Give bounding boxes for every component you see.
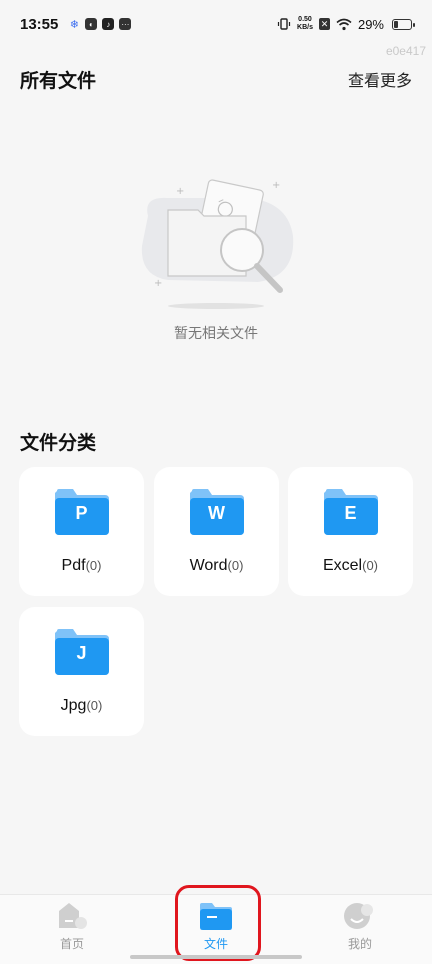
watermark: e0e417: [385, 44, 426, 58]
jpg-letter: J: [76, 643, 87, 663]
excel-letter: E: [344, 503, 357, 523]
category-name: Word: [189, 557, 228, 574]
category-label-pdf: Pdf(0): [62, 557, 102, 575]
app-icon: ◐: [85, 18, 98, 30]
jpg-folder-icon: J: [54, 629, 109, 675]
category-card-word[interactable]: W Word(0): [154, 467, 279, 596]
status-bar: 13:55 ❄ ◐ ♪ ··· 0.50 KB/s ✕ 29%: [0, 0, 432, 48]
nav-home-label: 首页: [59, 937, 84, 951]
baidu-app-icon: ❄: [69, 18, 79, 31]
home-icon: [59, 903, 87, 929]
category-count: (0): [227, 558, 244, 573]
category-label-excel: Excel(0): [323, 557, 378, 575]
pdf-letter: P: [75, 503, 88, 523]
category-name: Pdf: [61, 557, 86, 574]
battery-icon: [392, 18, 415, 30]
word-folder-icon: W: [189, 489, 244, 535]
battery-percent: 29%: [357, 16, 384, 32]
category-label-word: Word(0): [190, 557, 244, 575]
network-speed: 0.50 KB/s: [297, 16, 313, 32]
svg-text:+: +: [176, 186, 184, 197]
excel-folder-icon: E: [323, 489, 378, 535]
nav-home[interactable]: 首页: [22, 901, 122, 952]
status-right: 0.50 KB/s ✕ 29%: [277, 16, 415, 32]
nav-profile-label: 我的: [347, 937, 372, 951]
nav-profile[interactable]: 我的: [310, 901, 410, 952]
wifi-icon: [336, 18, 352, 30]
tiktok-app-icon: ♪: [102, 18, 115, 30]
empty-folder-illustration: + + +: [141, 179, 294, 309]
pdf-folder-icon: P: [54, 489, 109, 535]
category-card-jpg[interactable]: J Jpg(0): [19, 607, 144, 736]
battery-level: [394, 20, 399, 28]
more-app-icon: ···: [119, 18, 132, 30]
svg-text:+: +: [154, 278, 162, 289]
category-name: Jpg: [60, 697, 87, 714]
category-count: (0): [362, 558, 378, 573]
word-letter: W: [208, 503, 225, 523]
network-speed-unit: KB/s: [297, 24, 313, 31]
profile-icon: [344, 903, 373, 929]
category-label-jpg: Jpg(0): [61, 697, 103, 715]
highlight-box: [175, 885, 261, 961]
network-speed-value: 0.50: [298, 16, 312, 23]
no-sim-icon: ✕: [318, 18, 330, 30]
category-card-excel[interactable]: E Excel(0): [288, 467, 413, 596]
category-card-pdf[interactable]: P Pdf(0): [19, 467, 144, 596]
home-indicator[interactable]: [130, 955, 302, 959]
view-more-link[interactable]: 查看更多: [348, 67, 412, 91]
categories-title: 文件分类: [20, 432, 97, 454]
status-app-icons: ❄ ◐ ♪ ···: [68, 18, 132, 31]
all-files-title: 所有文件: [20, 70, 97, 92]
category-name: Excel: [322, 557, 363, 574]
svg-text:+: +: [272, 180, 280, 191]
empty-state-text: 暂无相关文件: [174, 326, 258, 342]
category-count: (0): [85, 558, 102, 573]
category-count: (0): [86, 698, 103, 713]
status-time: 13:55: [20, 15, 59, 33]
vibrate-icon: [277, 18, 291, 30]
